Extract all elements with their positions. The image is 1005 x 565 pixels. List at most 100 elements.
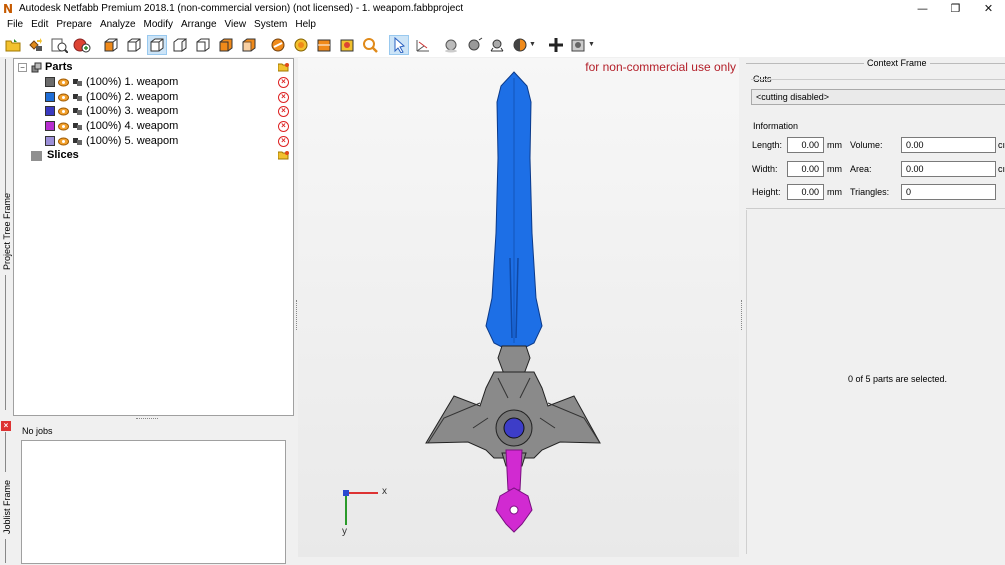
select-icon[interactable] [389, 34, 409, 55]
context-frame-title: Context Frame [864, 58, 930, 68]
move-icon[interactable] [546, 35, 566, 55]
volume-field[interactable]: 0.00 [901, 137, 996, 153]
tree-item-part[interactable]: (100%) 5. weapom [45, 134, 178, 148]
minimize-button[interactable]: — [906, 0, 939, 17]
visibility-eye-icon[interactable] [58, 77, 69, 88]
crossguard-part[interactable] [425, 345, 601, 467]
height-field[interactable]: 0.00 [787, 184, 824, 200]
folder-open-icon[interactable] [277, 62, 290, 72]
shading-icon[interactable] [464, 35, 484, 55]
joblist-box[interactable] [21, 440, 286, 564]
tab-joblist-frame[interactable]: Joblist Frame [2, 472, 12, 542]
part-info-icon[interactable] [49, 35, 69, 55]
view-top-icon[interactable] [193, 35, 213, 55]
part-mesh-icon[interactable] [72, 77, 83, 88]
panel-splitter[interactable] [136, 418, 158, 420]
tree-item-part[interactable]: (100%) 4. weapom [45, 119, 178, 133]
axis-icon[interactable] [412, 35, 432, 55]
open-project-icon[interactable] [3, 35, 23, 55]
gem-part[interactable] [503, 417, 525, 439]
tab-divider [5, 59, 6, 194]
tab-project-tree-frame[interactable]: Project Tree Frame [2, 193, 12, 270]
viewport-splitter-left[interactable] [296, 300, 297, 330]
folder-open-icon[interactable] [277, 150, 290, 160]
add-support-icon[interactable] [72, 35, 92, 55]
view-right-icon[interactable] [170, 35, 190, 55]
visibility-eye-icon[interactable] [58, 136, 69, 147]
remove-part-icon[interactable]: × [278, 77, 289, 88]
part-color-swatch[interactable] [45, 136, 55, 146]
part-mesh-icon[interactable] [72, 136, 83, 147]
grip-part[interactable] [495, 449, 533, 533]
collapse-icon[interactable]: − [18, 62, 27, 72]
menu-prepare[interactable]: Prepare [52, 19, 96, 30]
view-perspective-icon[interactable] [239, 35, 259, 55]
menu-help[interactable]: Help [291, 19, 320, 30]
remove-part-icon[interactable]: × [278, 92, 289, 103]
part-mesh-icon[interactable] [72, 121, 83, 132]
width-unit: mm [827, 164, 842, 174]
tree-item-part[interactable]: (100%) 3. weapom [45, 104, 178, 118]
triangles-field[interactable]: 0 [901, 184, 996, 200]
project-tree[interactable]: − Parts (100%) 1. weapom × (100%) 2. wea… [13, 58, 294, 416]
remove-part-icon[interactable]: × [278, 106, 289, 117]
part-color-swatch[interactable] [45, 121, 55, 131]
joblist-close-button[interactable]: × [1, 421, 11, 431]
menu-file[interactable]: File [3, 19, 27, 30]
part-label: (100%) 5. weapom [86, 135, 179, 147]
area-field[interactable]: 0.00 [901, 161, 996, 177]
part-color-swatch[interactable] [45, 106, 55, 116]
camera-dropdown-icon[interactable]: ▼ [588, 41, 595, 48]
menu-view[interactable]: View [221, 19, 251, 30]
add-part-icon[interactable] [26, 35, 46, 55]
view-bottom-icon[interactable] [216, 35, 236, 55]
3d-viewport[interactable]: for non-commercial use only x y [298, 58, 739, 557]
menu-bar: File Edit Prepare Analyze Modify Arrange… [0, 17, 1005, 32]
visibility-eye-icon[interactable] [58, 106, 69, 117]
camera-icon[interactable] [569, 35, 589, 55]
repair-icon[interactable] [268, 35, 288, 55]
view-back-icon[interactable] [124, 35, 144, 55]
remove-part-icon[interactable]: × [278, 136, 289, 147]
close-button[interactable]: ✕ [972, 0, 1005, 17]
tree-node-parts[interactable]: − Parts [18, 60, 73, 74]
visibility-eye-icon[interactable] [58, 121, 69, 132]
visibility-eye-icon[interactable] [58, 92, 69, 103]
part-mesh-icon[interactable] [72, 92, 83, 103]
netfabb-logo-icon: N [3, 1, 14, 16]
menu-edit[interactable]: Edit [27, 19, 52, 30]
menu-system[interactable]: System [250, 19, 291, 30]
maximize-button[interactable]: ❐ [939, 0, 972, 17]
zoom-icon[interactable] [360, 35, 380, 55]
view-front-icon[interactable] [101, 35, 121, 55]
light-icon[interactable] [487, 35, 507, 55]
part-color-swatch[interactable] [45, 92, 55, 102]
color-icon[interactable] [510, 35, 530, 55]
shell-icon[interactable] [291, 35, 311, 55]
part-color-swatch[interactable] [45, 77, 55, 87]
tab-divider [5, 539, 6, 563]
cuts-dropdown[interactable]: <cutting disabled> [751, 89, 1005, 105]
view-left-icon[interactable] [147, 34, 167, 55]
cut-icon[interactable] [314, 35, 334, 55]
group-divider [751, 79, 1005, 80]
tree-node-slices[interactable]: Slices [31, 148, 79, 162]
length-field[interactable]: 0.00 [787, 137, 824, 153]
context-frame: Context Frame Cuts <cutting disabled> In… [746, 58, 1005, 565]
menu-analyze[interactable]: Analyze [96, 19, 140, 30]
viewport-splitter-right[interactable] [741, 300, 742, 330]
axis-x-label: x [382, 486, 387, 497]
tree-item-part[interactable]: (100%) 2. weapom [45, 90, 178, 104]
height-unit: mm [827, 187, 842, 197]
remove-part-icon[interactable]: × [278, 121, 289, 132]
menu-arrange[interactable]: Arrange [177, 19, 221, 30]
width-field[interactable]: 0.00 [787, 161, 824, 177]
menu-modify[interactable]: Modify [140, 19, 177, 30]
part-mesh-icon[interactable] [72, 106, 83, 117]
color-dropdown-icon[interactable]: ▼ [529, 41, 536, 48]
context-lower-area: 0 of 5 parts are selected. [746, 210, 1005, 554]
tree-item-part[interactable]: (100%) 1. weapom [45, 75, 178, 89]
side-tab-strip: Project Tree Frame Joblist Frame [0, 57, 12, 565]
measure-icon[interactable] [337, 35, 357, 55]
sphere-icon[interactable] [441, 35, 461, 55]
